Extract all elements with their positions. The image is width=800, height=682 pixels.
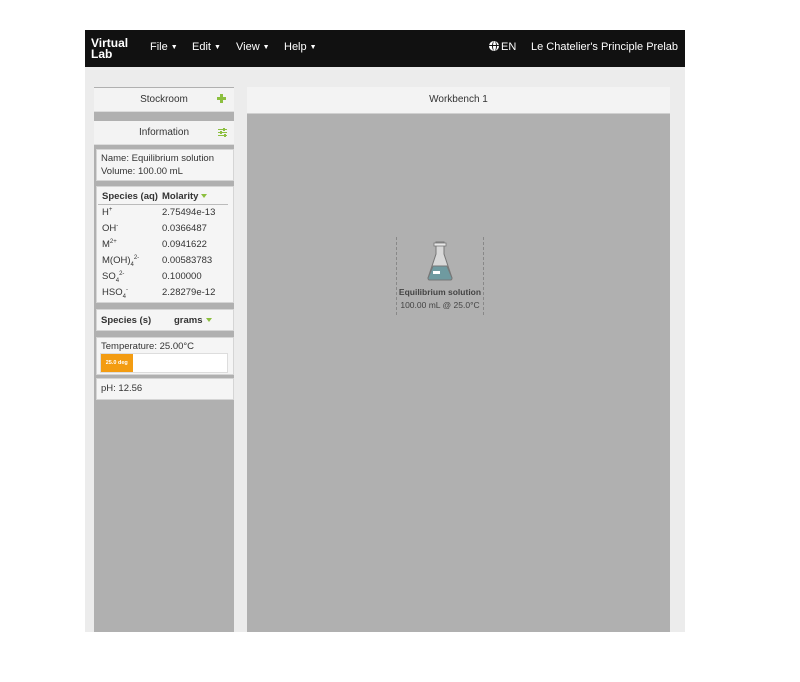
assignment-title: Le Chatelier's Principle Prelab [531, 41, 679, 53]
table-row: M2+ 0.0941622 [98, 236, 228, 252]
sliders-icon[interactable] [218, 128, 227, 137]
equilibrium-solution-flask[interactable]: Equilibrium solution 100.00 mL @ 25.0°C [396, 237, 484, 315]
logo-text-line2: Lab [91, 47, 113, 61]
table-row: H+ 2.75494e-13 [98, 204, 228, 220]
stockroom-header[interactable]: Stockroom [94, 88, 234, 112]
table-row: SO42- 0.100000 [98, 268, 228, 284]
molarity-value: 0.00583783 [162, 255, 213, 266]
species-formula: H+ [102, 207, 113, 219]
edit-menu[interactable]: Edit ▼ [192, 41, 221, 53]
molarity-value: 2.75494e-13 [162, 207, 216, 218]
workbench-area[interactable] [247, 114, 670, 632]
caret-down-icon: ▼ [213, 43, 221, 51]
species-s-header: Species (s) [101, 315, 152, 326]
language-label: EN [501, 41, 517, 53]
language-selector[interactable]: EN [489, 41, 516, 53]
virtual-lab-logo[interactable]: Virtual Lab [91, 37, 131, 61]
molarity-value: 0.0366487 [162, 223, 207, 234]
flask-volume-temperature: 100.00 mL @ 25.0°C [400, 300, 480, 310]
file-menu[interactable]: File ▼ [150, 41, 178, 53]
caret-down-icon: ▼ [262, 43, 270, 51]
grams-header-label: grams [174, 315, 203, 326]
solution-name: Name: Equilibrium solution [101, 153, 214, 164]
stockroom-label: Stockroom [140, 94, 188, 105]
molarity-value: 0.100000 [162, 271, 202, 282]
file-menu-label: File [150, 41, 168, 53]
species-formula: HSO4- [102, 287, 128, 301]
caret-down-icon: ▼ [309, 43, 317, 51]
molarity-value: 2.28279e-12 [162, 287, 216, 298]
ph-card: pH: 12.56 [96, 378, 234, 400]
view-menu[interactable]: View ▼ [236, 41, 270, 53]
sort-icon [201, 194, 208, 199]
molarity-value: 0.0941622 [162, 239, 207, 250]
information-label: Information [138, 127, 190, 138]
table-header-row: Species (aq) Molarity [98, 188, 228, 205]
species-aq-header: Species (aq) [102, 191, 158, 202]
grams-header[interactable]: grams [174, 315, 212, 326]
flask-name-label: Equilibrium solution [398, 287, 482, 297]
table-row: M(OH)42- 0.00583783 [98, 252, 228, 268]
globe-icon [489, 41, 499, 51]
species-formula: OH- [102, 223, 119, 235]
molarity-header-label: Molarity [162, 191, 199, 202]
table-row: OH- 0.0366487 [98, 220, 228, 236]
plus-icon[interactable] [217, 94, 226, 103]
help-menu-label: Help [284, 41, 307, 53]
caret-down-icon: ▼ [170, 43, 178, 51]
species-formula: M(OH)42- [102, 255, 140, 269]
temperature-bar: 25.0 deg [100, 353, 228, 373]
ph-readout: pH: 12.56 [101, 383, 143, 394]
species-formula: M2+ [102, 239, 117, 251]
temperature-bar-fill: 25.0 deg [101, 354, 133, 372]
species-formula: SO42- [102, 271, 125, 285]
virtual-lab-app: Virtual Lab File ▼ Edit ▼ View ▼ Help ▼ EN L… [85, 30, 685, 632]
help-menu[interactable]: Help ▼ [284, 41, 317, 53]
solution-info-card: Name: Equilibrium solution Volume: 100.0… [96, 149, 234, 181]
top-navbar: Virtual Lab File ▼ Edit ▼ View ▼ Help ▼ EN L… [85, 30, 685, 67]
temperature-readout: Temperature: 25.00°C [101, 341, 195, 352]
information-header[interactable]: Information [94, 121, 234, 145]
solid-species-card: Species (s) grams [96, 309, 234, 331]
molarity-header[interactable]: Molarity [162, 191, 208, 202]
edit-menu-label: Edit [192, 41, 211, 53]
table-row: HSO4- 2.28279e-12 [98, 284, 228, 300]
sort-icon [205, 318, 212, 323]
erlenmeyer-flask-icon [427, 241, 453, 281]
solution-volume: Volume: 100.00 mL [101, 166, 183, 177]
workbench-tab[interactable]: Workbench 1 [247, 87, 670, 114]
view-menu-label: View [236, 41, 260, 53]
